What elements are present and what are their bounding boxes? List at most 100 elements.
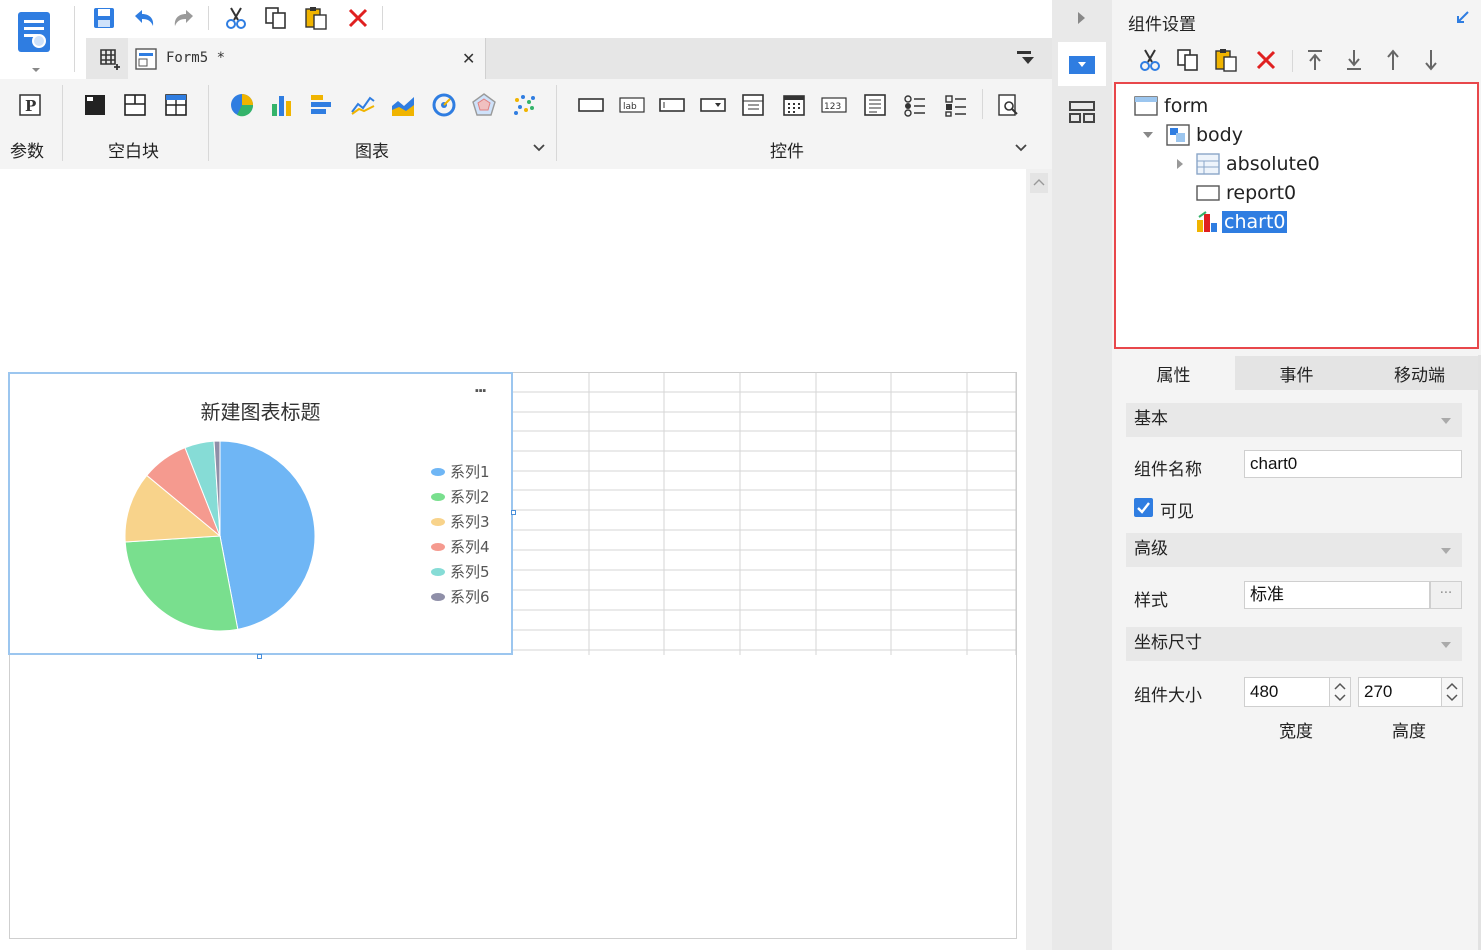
height-input[interactable]: 270 [1358, 677, 1442, 707]
gauge-chart-icon[interactable] [431, 92, 457, 118]
area-chart-icon[interactable] [390, 92, 416, 118]
legend-label[interactable]: 系列5 [450, 563, 490, 581]
legend-marker [431, 493, 445, 501]
legend-label[interactable]: 系列4 [450, 538, 490, 556]
copy-icon[interactable] [262, 4, 290, 32]
parameter-icon-text: P [25, 97, 36, 115]
date-widget-icon[interactable] [781, 92, 807, 118]
tab-properties[interactable]: 属性 [1112, 356, 1235, 390]
report-icon [1196, 185, 1220, 201]
parameter-icon[interactable]: P [17, 92, 43, 118]
height-caption: 高度 [1392, 722, 1426, 742]
legend-marker [431, 518, 445, 526]
tree-node-absolute[interactable]: absolute0 [1176, 151, 1320, 177]
checkbox-group-widget-icon[interactable] [943, 92, 969, 118]
radar-chart-icon[interactable] [471, 92, 497, 118]
style-input[interactable]: 标准 [1244, 581, 1430, 609]
scatter-chart-icon[interactable] [512, 92, 538, 118]
grid-add-icon[interactable] [98, 47, 122, 71]
report-grid[interactable] [512, 372, 1017, 655]
undo-icon[interactable] [130, 4, 158, 32]
section-coordinate-size[interactable]: 坐标尺寸 [1126, 627, 1462, 661]
tab-mobile[interactable]: 移动端 [1358, 356, 1481, 390]
legend-label[interactable]: 系列2 [450, 488, 490, 506]
component-size-label: 组件大小 [1134, 686, 1202, 706]
dropdown-widget-icon[interactable] [700, 92, 726, 118]
tree-node-form[interactable]: form [1134, 93, 1208, 119]
chevron-down-icon[interactable] [532, 143, 546, 153]
absolute-layout-icon [1196, 153, 1220, 175]
caret-right-icon[interactable] [1176, 158, 1184, 170]
design-canvas[interactable]: 新建图表标题 ··· 系列1 系列2 系列3 系列4 系列5 系列6 [0, 169, 1026, 950]
height-stepper[interactable] [1441, 677, 1463, 707]
block-tab-icon[interactable] [163, 92, 189, 118]
component-name-input[interactable]: chart0 [1244, 450, 1462, 478]
list-widget-icon[interactable] [740, 92, 766, 118]
move-up-icon[interactable] [1383, 48, 1403, 72]
tab-events[interactable]: 事件 [1235, 356, 1358, 390]
search-widget-icon[interactable] [995, 92, 1021, 118]
line-chart-icon[interactable] [350, 92, 376, 118]
save-icon[interactable] [90, 4, 118, 32]
scroll-up-button[interactable] [1030, 173, 1048, 193]
textarea-widget-icon[interactable] [862, 92, 888, 118]
chart-widget[interactable]: 新建图表标题 ··· 系列1 系列2 系列3 系列4 系列5 系列6 [8, 372, 513, 655]
horizontal-bar-chart-icon[interactable] [309, 92, 335, 118]
width-input[interactable]: 480 [1244, 677, 1330, 707]
side-strip [1052, 0, 1112, 950]
move-down-icon[interactable] [1421, 48, 1441, 72]
button-widget-icon[interactable] [578, 92, 604, 118]
pie-slice[interactable] [124, 535, 239, 632]
number-widget-icon[interactable]: 123 [821, 92, 847, 118]
width-stepper[interactable] [1329, 677, 1351, 707]
component-settings-panel: 组件设置 form body absolute0 report0 chart0 … [1112, 0, 1481, 950]
redo-icon[interactable] [170, 4, 198, 32]
block-split-icon[interactable] [122, 92, 148, 118]
section-advanced[interactable]: 高级 [1126, 533, 1462, 567]
visible-checkbox[interactable] [1134, 498, 1153, 517]
move-bottom-icon[interactable] [1344, 48, 1364, 72]
label-widget-icon[interactable]: lab [619, 92, 645, 118]
legend-label[interactable]: 系列1 [450, 463, 490, 481]
legend-label[interactable]: 系列3 [450, 513, 490, 531]
tree-node-chart[interactable]: chart0 [1196, 209, 1288, 235]
text-input-widget-icon[interactable] [659, 92, 685, 118]
block-black-icon[interactable] [82, 92, 108, 118]
bar-chart-icon[interactable] [269, 92, 295, 118]
pie-chart-icon[interactable] [229, 92, 255, 118]
layout-panel-icon[interactable] [1068, 100, 1096, 124]
resize-handle[interactable] [257, 654, 262, 659]
copy-icon[interactable] [1176, 48, 1200, 72]
pie-slice[interactable] [219, 440, 316, 630]
ribbon-divider [556, 85, 557, 161]
tree-node-body[interactable]: body [1142, 122, 1243, 148]
style-more-button[interactable]: ··· [1430, 581, 1462, 609]
collapse-panel-icon[interactable] [1454, 10, 1470, 26]
dock-menu-icon[interactable] [1016, 50, 1036, 66]
expand-panel-icon[interactable] [1076, 10, 1088, 26]
chevron-down-icon [1441, 642, 1451, 648]
tab-close-icon[interactable]: ✕ [462, 49, 475, 68]
component-tree: form body absolute0 report0 chart0 [1114, 82, 1479, 349]
template-icon[interactable] [14, 8, 58, 72]
legend-label[interactable]: 系列6 [450, 588, 490, 606]
paste-icon[interactable] [1214, 48, 1238, 72]
tree-node-report[interactable]: report0 [1196, 180, 1296, 206]
cut-icon[interactable] [222, 4, 250, 32]
resize-handle[interactable] [511, 510, 516, 515]
chart-icon [1197, 211, 1217, 232]
paste-icon[interactable] [302, 4, 330, 32]
canvas-scrollbar[interactable] [1026, 169, 1052, 950]
component-panel-tab[interactable] [1058, 42, 1106, 86]
tab-bar: Form5 * ✕ [86, 38, 1052, 79]
radio-group-widget-icon[interactable] [902, 92, 928, 118]
caret-down-icon[interactable] [1142, 130, 1154, 140]
cut-icon[interactable] [1138, 48, 1162, 72]
move-top-icon[interactable] [1305, 48, 1325, 72]
section-basic[interactable]: 基本 [1126, 403, 1462, 437]
section-title: 坐标尺寸 [1134, 633, 1202, 653]
tab-form5[interactable]: Form5 * ✕ [128, 38, 486, 79]
delete-icon[interactable] [1255, 49, 1277, 71]
chevron-down-icon[interactable] [1014, 143, 1028, 153]
delete-icon[interactable] [344, 4, 372, 32]
